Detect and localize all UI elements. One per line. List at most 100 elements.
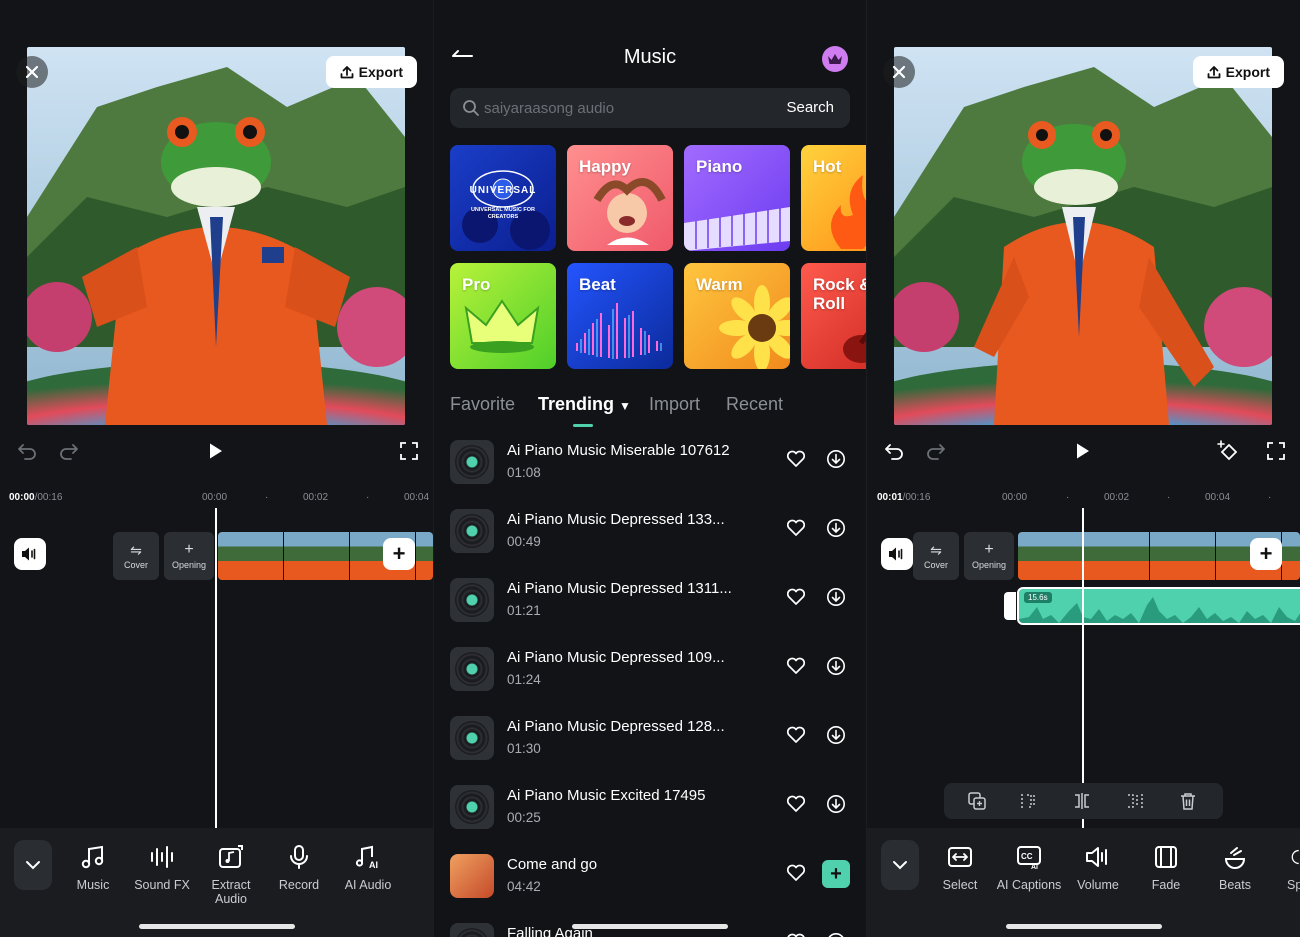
track-row[interactable]: Ai Piano Music Miserable 107612 01:08 — [450, 430, 850, 494]
heart-icon[interactable] — [786, 726, 806, 744]
tool-ai-captions[interactable]: CC AI AI Captions — [994, 842, 1064, 892]
speed-icon — [1291, 849, 1299, 865]
playhead[interactable] — [215, 508, 217, 828]
undo-button[interactable] — [883, 436, 905, 466]
cover-button[interactable]: ⇋ Cover — [113, 532, 159, 580]
trim-start-icon[interactable] — [1020, 792, 1038, 810]
tool-sound-fx[interactable]: Sound FX — [127, 842, 197, 892]
download-icon[interactable] — [826, 518, 846, 538]
track-name: Ai Piano Music Excited 17495 — [507, 787, 706, 804]
track-row[interactable]: Come and go 04:42 + — [450, 844, 850, 908]
plus-icon: + — [184, 541, 194, 558]
music-note-icon — [81, 845, 104, 869]
opening-button[interactable]: + Opening — [964, 532, 1014, 580]
genre-rock-roll[interactable]: Rock & Roll — [801, 263, 866, 369]
heart-icon[interactable] — [786, 588, 806, 606]
close-button[interactable] — [883, 56, 915, 88]
cover-button[interactable]: ⇋ Cover — [913, 532, 959, 580]
export-button[interactable]: Export — [1192, 56, 1284, 88]
video-preview[interactable] — [27, 47, 405, 425]
heart-icon[interactable] — [786, 795, 806, 813]
genre-pro[interactable]: Pro — [450, 263, 556, 369]
tool-fade-label: Fade — [1151, 878, 1181, 892]
genre-happy[interactable]: Happy — [567, 145, 673, 251]
tool-sound-fx-label: Sound FX — [134, 878, 190, 892]
tab-trending[interactable]: Trending ▼ — [538, 394, 631, 415]
track-row[interactable]: Ai Piano Music Depressed 128... 01:30 — [450, 706, 850, 770]
add-clip-button[interactable]: + — [1250, 538, 1282, 570]
download-icon[interactable] — [826, 932, 846, 937]
delete-icon[interactable] — [1179, 792, 1197, 810]
download-icon[interactable] — [826, 794, 846, 814]
search-button[interactable]: Search — [786, 99, 834, 116]
tab-favorite[interactable]: Favorite — [450, 394, 515, 415]
tool-record[interactable]: Record — [264, 842, 334, 892]
video-preview[interactable] — [894, 47, 1272, 425]
clip-frame — [1150, 532, 1216, 580]
chevron-down-icon — [893, 861, 907, 870]
tool-fade[interactable]: Fade — [1131, 842, 1201, 892]
track-row[interactable]: Ai Piano Music Depressed 109... 01:24 — [450, 637, 850, 701]
download-icon[interactable] — [826, 656, 846, 676]
genre-beat[interactable]: Beat — [567, 263, 673, 369]
tool-ai-audio[interactable]: AI AI Audio — [333, 842, 403, 892]
genre-warm[interactable]: Warm — [684, 263, 790, 369]
play-button[interactable] — [205, 436, 227, 466]
heart-icon[interactable] — [786, 864, 806, 882]
mute-clip-audio-button[interactable] — [881, 538, 913, 570]
tab-import[interactable]: Import — [649, 394, 700, 415]
redo-icon — [60, 444, 78, 460]
heart-icon[interactable] — [786, 450, 806, 468]
clip-frame — [416, 532, 433, 580]
mute-clip-audio-button[interactable] — [14, 538, 46, 570]
search-input[interactable] — [484, 88, 764, 128]
split-icon[interactable] — [1073, 792, 1091, 810]
tool-speed[interactable]: Sp — [1265, 842, 1300, 892]
genre-hot[interactable]: Hot — [801, 145, 866, 251]
tool-beats[interactable]: Beats — [1200, 842, 1270, 892]
ai-captions-icon: CC AI — [1017, 846, 1041, 870]
tool-volume[interactable]: Volume — [1063, 842, 1133, 892]
duplicate-icon[interactable] — [968, 792, 986, 810]
heart-icon[interactable] — [786, 933, 806, 937]
export-button[interactable]: Export — [325, 56, 417, 88]
redo-button[interactable] — [925, 436, 947, 466]
right-editor-panel: Export 00:01/00:16 00:00 · 00:02 · 00:04… — [867, 0, 1300, 937]
keyframe-button[interactable] — [1216, 436, 1242, 466]
track-row[interactable]: Ai Piano Music Depressed 1311... 01:21 — [450, 568, 850, 632]
fullscreen-icon — [400, 442, 418, 460]
beats-icon — [1224, 847, 1246, 869]
fullscreen-button[interactable] — [1265, 436, 1287, 466]
playhead[interactable] — [1082, 508, 1084, 828]
audio-track-clip[interactable]: 15.6s — [1017, 587, 1300, 625]
heart-icon[interactable] — [786, 519, 806, 537]
fullscreen-button[interactable] — [398, 436, 420, 466]
trim-end-icon[interactable] — [1126, 792, 1144, 810]
opening-button[interactable]: + Opening — [164, 532, 214, 580]
tool-select[interactable]: Select — [925, 842, 995, 892]
add-track-button[interactable]: + — [822, 860, 850, 888]
premium-button[interactable] — [822, 46, 848, 72]
heart-icon[interactable] — [786, 657, 806, 675]
play-button[interactable] — [1072, 436, 1094, 466]
sound-fx-icon — [151, 846, 173, 868]
download-icon[interactable] — [826, 449, 846, 469]
collapse-button[interactable] — [881, 840, 919, 890]
collapse-button[interactable] — [14, 840, 52, 890]
genre-piano[interactable]: Piano — [684, 145, 790, 251]
close-button[interactable] — [16, 56, 48, 88]
track-row[interactable]: Ai Piano Music Excited 17495 00:25 — [450, 775, 850, 839]
audio-trim-handle[interactable] — [1004, 592, 1016, 620]
page-title: Music — [623, 46, 677, 68]
genre-universal[interactable]: UNIVERSAL UNIVERSAL MUSIC FOR CREATORS — [450, 145, 556, 251]
add-clip-button[interactable]: + — [383, 538, 415, 570]
undo-button[interactable] — [16, 436, 38, 466]
tab-recent[interactable]: Recent — [726, 394, 783, 415]
track-row[interactable]: Ai Piano Music Depressed 133... 00:49 — [450, 499, 850, 563]
download-icon[interactable] — [826, 587, 846, 607]
tool-music[interactable]: Music — [58, 842, 128, 892]
download-icon[interactable] — [826, 725, 846, 745]
redo-button[interactable] — [58, 436, 80, 466]
tool-extract-audio[interactable]: Extract Audio — [196, 842, 266, 906]
genre-beat-label: Beat — [579, 275, 616, 294]
